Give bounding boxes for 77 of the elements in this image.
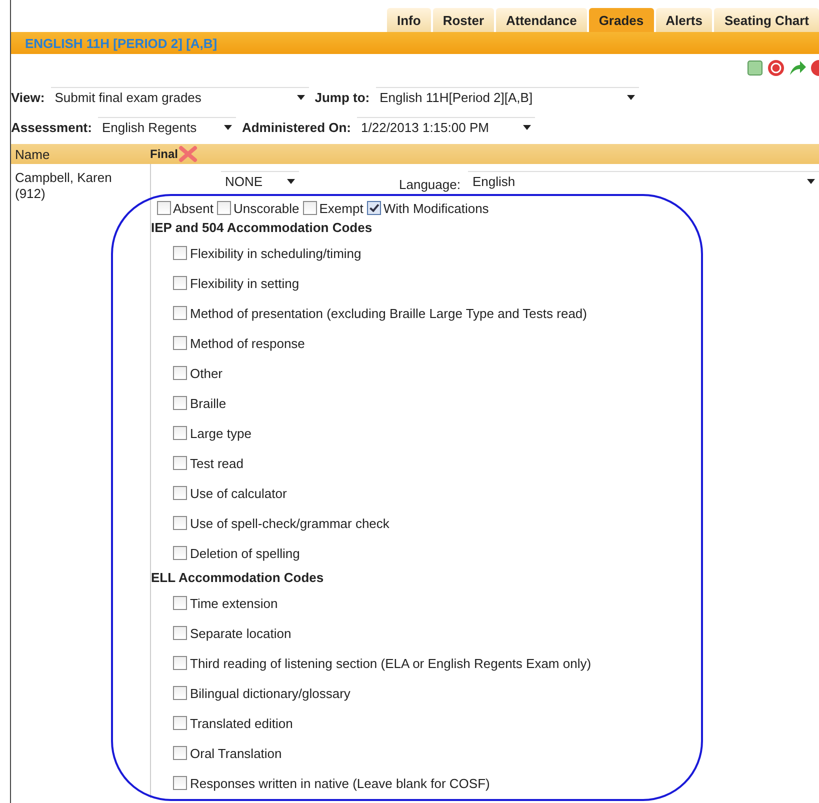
caret-icon [287, 179, 295, 184]
column-header: Final [150, 147, 178, 161]
checkbox[interactable] [173, 276, 187, 290]
caret-icon [296, 95, 305, 100]
checkbox[interactable] [173, 366, 187, 380]
checkbox[interactable] [173, 546, 187, 560]
checkbox-label: Translated edition [190, 716, 293, 730]
checkbox[interactable] [173, 486, 187, 500]
tab[interactable]: Grades [588, 8, 654, 32]
checkbox-label: With Modifications [383, 200, 489, 216]
checkbox[interactable] [173, 306, 187, 320]
checkbox-label: Unscorable [233, 200, 300, 216]
dropdown[interactable]: English Regents [98, 117, 236, 137]
filter-label: Assessment: [11, 120, 92, 134]
score-dropdown[interactable]: NONE [221, 171, 299, 191]
class-title: ENGLISH 11H [PERIOD 2] [A,B] [25, 36, 218, 50]
checkbox-label: Responses written in native (Leave blank for COSF) [190, 776, 490, 790]
checkbox-label: Braille [190, 396, 226, 410]
checkbox-label: Other [190, 366, 223, 380]
tab[interactable]: Roster [432, 8, 494, 32]
checkbox-label: Large type [190, 426, 252, 440]
checkbox-label: Absent [173, 200, 214, 216]
caret-icon [224, 125, 232, 130]
checkbox[interactable] [173, 396, 187, 410]
checkbox-label: Flexibility in setting [190, 276, 300, 290]
filter-label: View: [11, 90, 45, 104]
checkbox[interactable] [173, 246, 187, 260]
filter-label: Administered On: [242, 120, 352, 134]
checkbox-label: Deletion of spelling [190, 546, 300, 560]
language-dropdown[interactable]: English [468, 171, 819, 191]
arrow-icon[interactable] [789, 60, 807, 76]
checkbox-label: Third reading of listening section (ELA or English Regents Exam only) [190, 656, 592, 670]
tab[interactable]: Info [387, 8, 431, 32]
tab[interactable]: Alerts [656, 8, 712, 32]
language-label: Language: [399, 176, 460, 192]
checkbox[interactable] [173, 596, 187, 610]
caret-icon [626, 95, 635, 100]
checkbox[interactable] [173, 686, 187, 700]
checkbox-label: Flexibility in scheduling/timing [190, 246, 362, 260]
checkbox-label: Test read [190, 456, 244, 470]
dropdown[interactable]: 1/22/2013 1:15:00 PM [357, 117, 536, 137]
dropdown[interactable]: English 11H[Period 2][A,B] [376, 87, 639, 107]
square-icon[interactable] [747, 60, 763, 76]
checkbox[interactable] [173, 336, 187, 350]
caret-icon [807, 179, 815, 184]
stop-icon[interactable] [767, 59, 785, 77]
checkbox[interactable] [173, 776, 187, 790]
checkbox[interactable] [367, 201, 382, 215]
filter-label: Jump to: [314, 90, 370, 104]
checkbox[interactable] [173, 746, 187, 760]
column-header: Name [14, 146, 51, 162]
checkbox[interactable] [217, 201, 232, 215]
checkbox[interactable] [173, 456, 187, 470]
checkbox-label: Exempt [319, 200, 364, 216]
checkbox-label: Time extension [190, 596, 278, 610]
student-name: Campbell, Karen (912) [14, 169, 113, 203]
checkbox[interactable] [173, 516, 187, 530]
checkbox-label: Method of response [190, 336, 305, 350]
dropdown[interactable]: Submit final exam grades [50, 87, 309, 107]
delete-icon[interactable] [178, 145, 198, 163]
section-heading: ELL Accommodation Codes [151, 569, 325, 587]
checkbox-label: Method of presentation (excluding Braille Large Type and Tests read) [190, 306, 587, 320]
checkbox-label: Bilingual dictionary/glossary [190, 686, 350, 700]
tab[interactable]: Attendance [496, 8, 587, 32]
checkbox[interactable] [303, 201, 318, 215]
tab[interactable]: Seating Chart [714, 8, 819, 32]
caret-icon [523, 125, 532, 130]
checkbox-label: Separate location [190, 626, 292, 640]
checkbox[interactable] [173, 626, 187, 640]
section-heading: IEP and 504 Accommodation Codes [151, 219, 374, 237]
checkbox-label: Use of calculator [190, 486, 287, 500]
checkbox[interactable] [173, 426, 187, 440]
checkbox[interactable] [173, 716, 187, 730]
checkbox-label: Use of spell-check/grammar check [190, 516, 390, 530]
checkbox-label: Oral Translation [190, 746, 282, 760]
checkbox[interactable] [157, 201, 171, 215]
checkbox[interactable] [173, 656, 187, 670]
